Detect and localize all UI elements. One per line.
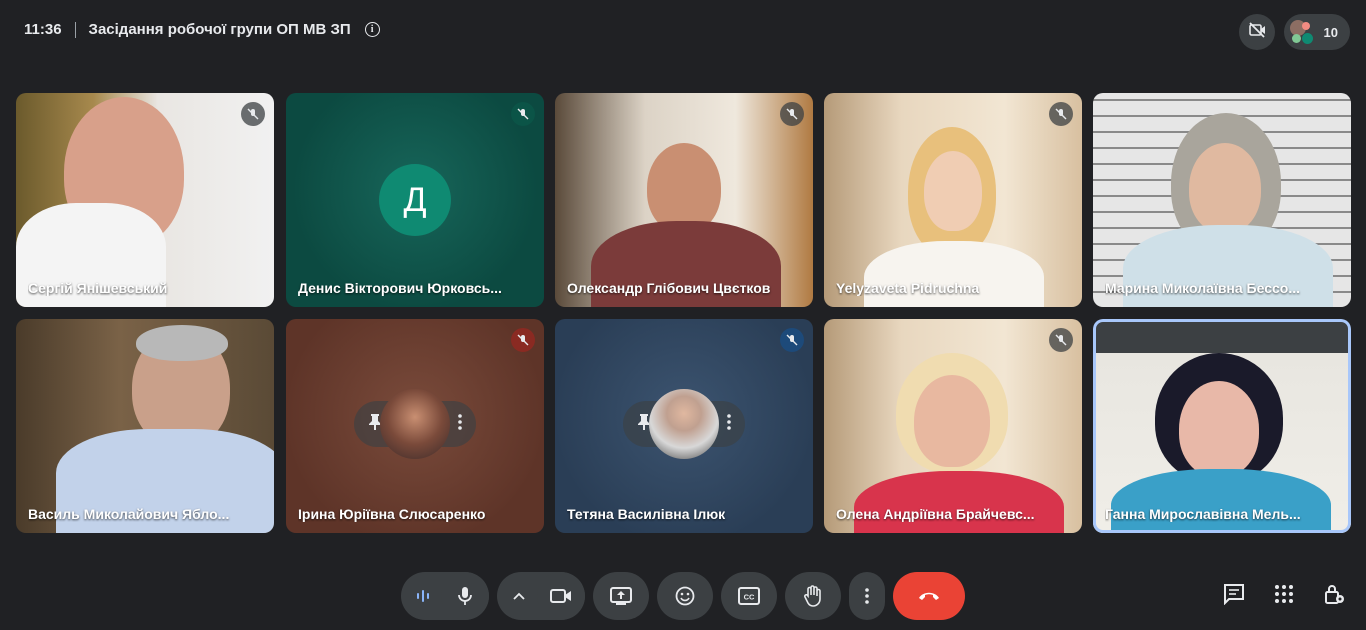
participant-name: Тетяна Василівна Ілюк [567,506,726,522]
camera-icon [550,588,572,604]
mic-off-badge [780,102,804,126]
participant-name: Василь Миколайович Ябло... [28,506,230,522]
meeting-info: 11:36 Засідання робочої групи ОП МВ ЗП i [24,21,380,38]
mic-off-badge [1049,102,1073,126]
avatar [649,389,719,459]
camera-options-button[interactable] [497,572,541,620]
chat-button[interactable] [1222,583,1246,610]
divider [74,21,76,38]
participant-tile[interactable]: Д Денис Вікторович Юрковсь... [286,93,544,307]
avatar: Д [379,164,451,236]
present-button[interactable] [593,572,649,620]
participant-tile[interactable]: Тетяна Василівна Ілюк [555,319,813,533]
mic-off-badge [511,328,535,352]
participant-tile[interactable]: Yelyzaveta Pidruchna [824,93,1082,307]
more-vert-icon[interactable] [458,413,462,435]
participant-name: Денис Вікторович Юрковсь... [298,280,502,296]
participant-name: Олена Андріївна Брайчевс... [836,506,1035,522]
call-controls: CC [0,572,1366,622]
mic-off-badge [511,102,535,126]
chat-icon [1223,583,1245,610]
camera-off-button[interactable] [1238,14,1275,50]
speaking-indicator [1093,319,1351,533]
people-button[interactable]: 10 [1283,14,1350,50]
audio-level-icon [415,588,431,604]
participant-count: 10 [1323,24,1338,40]
top-right-controls: 10 [1238,14,1350,50]
raise-hand-button[interactable] [785,572,841,620]
host-controls-icon [1323,583,1345,610]
participant-tile[interactable]: Ірина Юріївна Слюсаренко [286,319,544,533]
microphone-icon [456,586,474,606]
participant-name: Марина Миколаївна Бессо... [1105,280,1301,296]
participant-tile-active-speaker[interactable]: Ганна Мирославівна Мель... [1093,319,1351,533]
mic-off-badge [241,102,265,126]
microphone-button[interactable] [441,572,489,620]
side-panel-controls [1222,583,1346,610]
participant-avatars-icon [1289,20,1314,44]
meeting-title: Засідання робочої групи ОП МВ ЗП [88,21,351,38]
mic-off-badge [780,328,804,352]
chevron-up-icon [513,592,525,600]
participant-name: Yelyzaveta Pidruchna [836,280,980,296]
more-vert-icon [865,588,869,604]
meeting-time: 11:36 [24,21,62,38]
more-options-button[interactable] [849,572,885,620]
end-call-button[interactable] [893,572,965,620]
top-bar: 11:36 Засідання робочої групи ОП МВ ЗП i… [0,0,1366,62]
captions-icon: CC [738,587,760,605]
more-vert-icon[interactable] [727,413,731,435]
emoji-button[interactable] [657,572,713,620]
participant-tile[interactable]: Сергій Янішевський [16,93,274,307]
activities-icon [1274,584,1294,609]
end-call-icon [917,590,941,602]
raise-hand-icon [803,585,823,607]
camera-button[interactable] [537,572,585,620]
participant-tile[interactable]: Олександр Глібович Цвєтков [555,93,813,307]
activities-button[interactable] [1272,584,1296,608]
avatar [380,389,450,459]
participant-name: Олександр Глібович Цвєтков [567,280,771,296]
participant-name: Ірина Юріївна Слюсаренко [298,506,486,522]
mic-off-badge [1049,328,1073,352]
emoji-icon [675,586,695,606]
host-controls-button[interactable] [1322,584,1346,608]
captions-button[interactable]: CC [721,572,777,620]
participant-name: Сергій Янішевський [28,280,168,296]
participant-tile[interactable]: Марина Миколаївна Бессо... [1093,93,1351,307]
participant-tile[interactable]: Василь Миколайович Ябло... [16,319,274,533]
svg-text:CC: CC [744,593,755,602]
info-icon[interactable]: i [364,22,380,37]
present-screen-icon [610,587,632,605]
participant-name: Ганна Мирославівна Мель... [1105,506,1301,522]
camera-off-icon [1247,20,1267,45]
audio-level-button[interactable] [401,572,445,620]
participant-tile[interactable]: Олена Андріївна Брайчевс... [824,319,1082,533]
